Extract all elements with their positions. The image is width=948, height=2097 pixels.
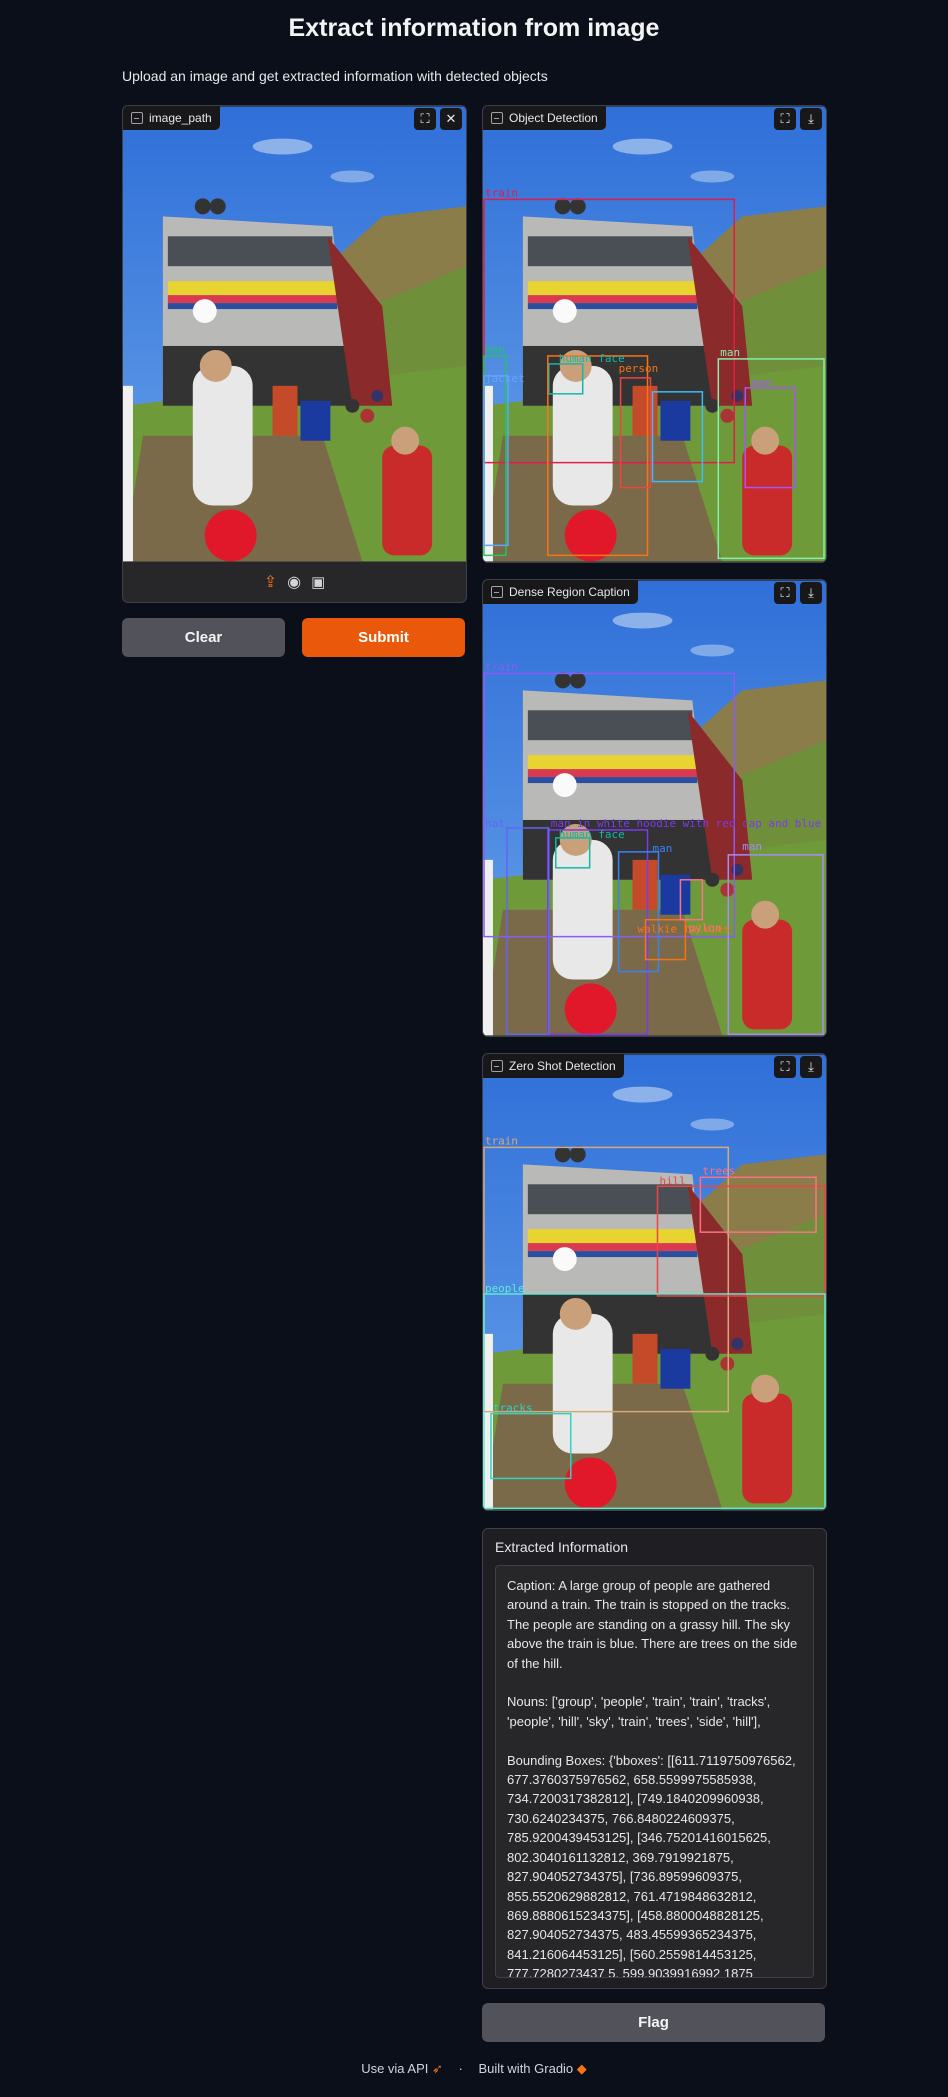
page-description: Upload an image and get extracted inform…: [122, 68, 548, 84]
use-via-api-link[interactable]: Use via API ➶: [361, 2061, 443, 2076]
zero-shot-image: train hill trees people tracks: [483, 1054, 826, 1510]
footer-separator: ·: [458, 2061, 463, 2076]
box-label: man: [485, 343, 505, 356]
upload-icon[interactable]: ⇪: [264, 572, 277, 592]
image-icon: [131, 112, 143, 124]
box-label: man: [742, 840, 762, 853]
object-detection-image: train man human face person jacket man m…: [483, 106, 826, 562]
dense-region-label: Dense Region Caption: [483, 580, 638, 604]
download-icon[interactable]: ⤓: [800, 1056, 822, 1078]
object-detection-output: Object Detection ⛶ ⤓ train man human fac…: [482, 105, 827, 563]
clear-button[interactable]: Clear: [122, 618, 285, 657]
extracted-info-panel: Extracted Information Caption: A large g…: [482, 1528, 827, 1989]
box-label: hat: [485, 817, 505, 830]
close-icon[interactable]: ✕: [440, 108, 462, 130]
fullscreen-icon[interactable]: ⛶: [774, 108, 796, 130]
fullscreen-icon[interactable]: ⛶: [414, 108, 436, 130]
object-detection-label: Object Detection: [483, 106, 606, 130]
dense-region-output: Dense Region Caption ⛶ ⤓ train man in wh…: [482, 579, 827, 1037]
extracted-info-label: Extracted Information: [495, 1539, 629, 1555]
image-input[interactable]: image_path ⛶ ✕ ⇪ ◉ ▣: [122, 105, 467, 603]
image-input-label: image_path: [123, 106, 220, 130]
box-label: trees: [702, 1164, 735, 1177]
image-icon: [491, 1060, 503, 1072]
fullscreen-icon[interactable]: ⛶: [774, 582, 796, 604]
box-label: human face: [559, 828, 625, 841]
built-with-gradio-link[interactable]: Built with Gradio ◆: [479, 2061, 587, 2076]
box-label: jacket: [485, 372, 525, 385]
box-label: human face: [559, 352, 625, 365]
flag-button[interactable]: Flag: [482, 2003, 825, 2042]
submit-button[interactable]: Submit: [302, 618, 465, 657]
download-icon[interactable]: ⤓: [800, 582, 822, 604]
box-label: man: [720, 346, 740, 359]
box-label: man: [752, 376, 772, 389]
box-label: train: [485, 660, 518, 673]
box-label: pylon: [688, 922, 721, 935]
box-label: train: [485, 1134, 518, 1147]
clipboard-icon[interactable]: ▣: [311, 573, 325, 591]
dense-region-image: train man in white hoodie with red cap a…: [483, 580, 826, 1036]
box-label: man: [653, 842, 673, 855]
page-title: Extract information from image: [288, 14, 660, 42]
extracted-info-textbox[interactable]: Caption: A large group of people are gat…: [495, 1565, 814, 1978]
box-label: hill: [659, 1174, 685, 1187]
box-label: person: [619, 362, 659, 375]
webcam-icon[interactable]: ◉: [287, 572, 301, 592]
box-label: tracks: [493, 1402, 533, 1415]
fullscreen-icon[interactable]: ⛶: [774, 1056, 796, 1078]
box-label: train: [485, 186, 518, 199]
footer: Use via API ➶ · Built with Gradio ◆: [0, 2061, 948, 2077]
zero-shot-output: Zero Shot Detection ⛶ ⤓ train hill trees…: [482, 1053, 827, 1511]
zero-shot-label: Zero Shot Detection: [483, 1054, 624, 1078]
download-icon[interactable]: ⤓: [800, 108, 822, 130]
rocket-icon: ➶: [432, 2061, 443, 2076]
image-icon: [491, 112, 503, 124]
box-label: people: [485, 1282, 525, 1295]
input-image: [123, 106, 466, 562]
image-icon: [491, 586, 503, 598]
source-toolbar: ⇪ ◉ ▣: [123, 562, 466, 602]
gradio-logo-icon: ◆: [576, 2061, 587, 2076]
